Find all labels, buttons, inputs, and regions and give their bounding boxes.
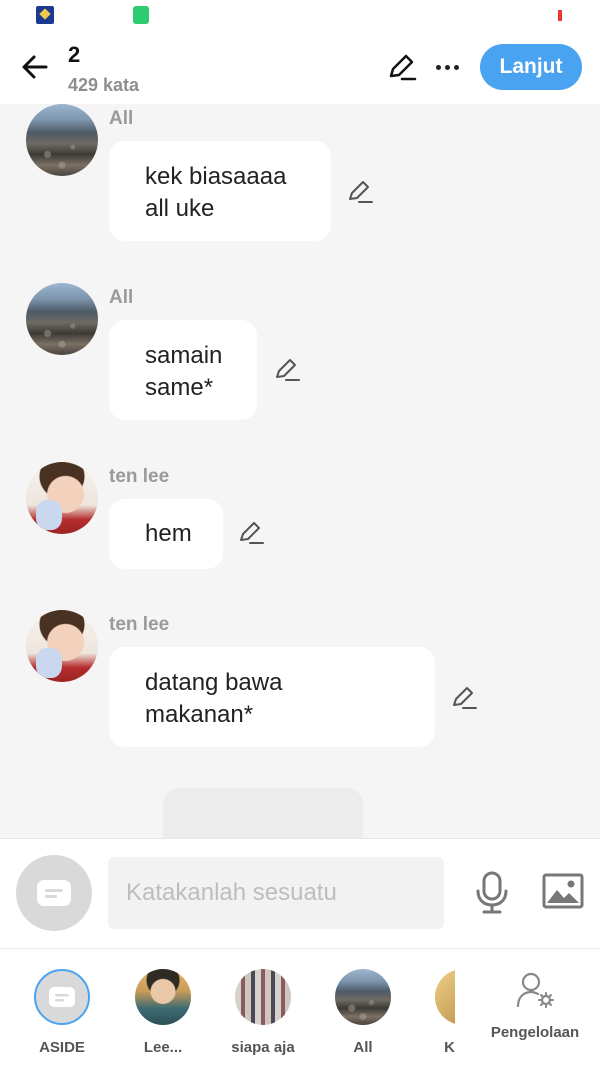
- header: 2 429 kata Lanjut: [0, 32, 600, 104]
- arrow-left-icon: [22, 55, 48, 79]
- image-icon: [542, 873, 584, 909]
- page-title: 2: [68, 42, 81, 67]
- tab-label: siapa aja: [231, 1039, 295, 1056]
- tab-aside[interactable]: ASIDE: [22, 969, 102, 1056]
- more-dot: [444, 64, 450, 70]
- microphone-icon: [476, 871, 508, 914]
- avatar[interactable]: [26, 283, 98, 355]
- status-bar: [0, 0, 600, 32]
- edit-button[interactable]: [386, 52, 418, 84]
- message-input[interactable]: Katakanlah sesuatu: [108, 857, 444, 929]
- avatar[interactable]: [26, 462, 98, 534]
- user-gear-icon: [516, 972, 554, 1008]
- more-dot: [435, 64, 441, 70]
- tab-label: Lee...: [143, 1039, 183, 1056]
- pencil-icon[interactable]: [273, 356, 301, 384]
- image-button[interactable]: [542, 873, 584, 909]
- notification-app-icon-2: [133, 6, 149, 24]
- tab-lee[interactable]: Lee...: [123, 969, 203, 1056]
- word-count: 429 kata: [68, 75, 140, 95]
- manage-label: Pengelolaan: [490, 1024, 580, 1041]
- more-dot: [453, 64, 459, 70]
- aside-avatar: [34, 969, 90, 1025]
- pencil-icon[interactable]: [346, 178, 374, 206]
- tab-label: All: [353, 1039, 373, 1056]
- back-button[interactable]: [18, 50, 52, 84]
- avatar: [335, 969, 391, 1025]
- tab-all[interactable]: All: [323, 969, 403, 1056]
- chat-area[interactable]: All kek biasaaaa all uke All samain same…: [0, 104, 600, 838]
- tab-siapa-aja[interactable]: siapa aja: [223, 969, 303, 1056]
- battery-icon: [558, 10, 562, 21]
- role-switch-button[interactable]: [16, 855, 92, 931]
- next-button[interactable]: Lanjut: [480, 44, 582, 90]
- message-bubble[interactable]: datang bawa makanan*: [109, 647, 435, 747]
- notification-app-icon: [36, 6, 54, 24]
- message-bubble[interactable]: hem: [109, 499, 223, 569]
- pencil-icon[interactable]: [450, 684, 478, 712]
- tab-k[interactable]: K: [423, 969, 455, 1056]
- tab-label: ASIDE: [39, 1039, 85, 1056]
- more-button[interactable]: [432, 52, 462, 82]
- avatar: [235, 969, 291, 1025]
- pencil-icon[interactable]: [237, 519, 265, 547]
- sender-name: All: [109, 287, 134, 308]
- chat-bubble-icon: [49, 987, 75, 1007]
- sender-name: All: [109, 108, 134, 129]
- composer: Katakanlah sesuatu: [0, 838, 600, 948]
- message-bubble[interactable]: kek biasaaaa all uke: [109, 141, 331, 241]
- character-bar: ASIDE Lee... siapa aja All K Pengelolaan: [0, 948, 600, 1067]
- avatar[interactable]: [26, 104, 98, 176]
- chat-bubble-icon: [37, 880, 71, 906]
- pencil-icon: [389, 54, 417, 81]
- sender-name: ten lee: [109, 614, 170, 635]
- message-bubble[interactable]: samain same*: [109, 320, 257, 420]
- avatar[interactable]: [26, 610, 98, 682]
- manage-button[interactable]: Pengelolaan: [480, 971, 590, 1041]
- sender-name: ten lee: [109, 466, 170, 487]
- voice-button[interactable]: [474, 871, 510, 915]
- avatar: [135, 969, 191, 1025]
- avatar: [435, 969, 455, 1025]
- tab-label: K: [444, 1039, 455, 1056]
